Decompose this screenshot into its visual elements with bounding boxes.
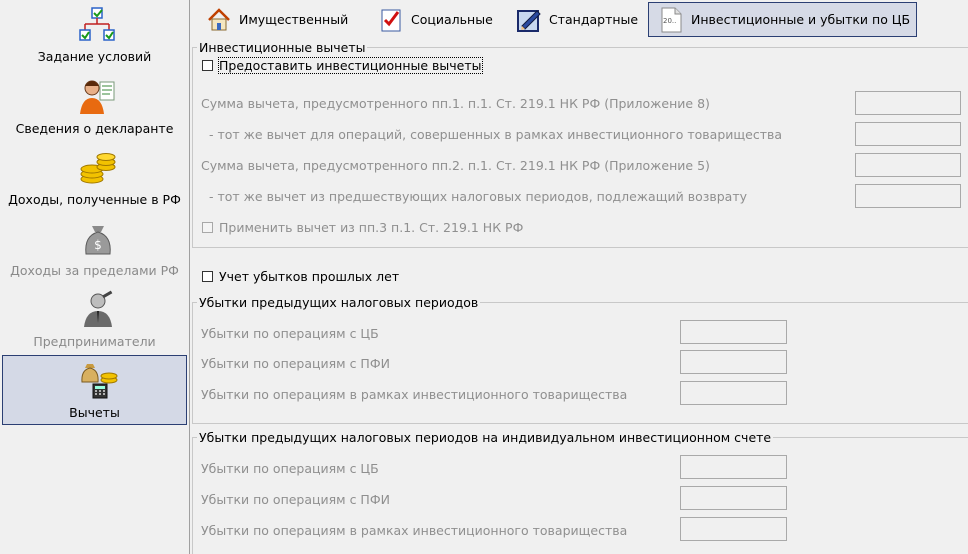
pencil-form-icon (517, 9, 541, 32)
provide-investment-deductions-label[interactable]: Предоставить инвестиционные вычеты (218, 57, 483, 74)
prior-losses-label[interactable]: Учет убытков прошлых лет (219, 269, 399, 284)
sidebar-item-label: Доходы за пределами РФ (10, 263, 179, 278)
sidebar-item-label: Доходы, полученные в РФ (8, 192, 181, 207)
investment-row-label-2: - тот же вычет для операций, совершенных… (209, 127, 783, 142)
investment-row-label-3: Сумма вычета, предусмотренного пп.2. п.1… (201, 158, 710, 173)
tab-label: Инвестиционные и убытки по ЦБ (691, 12, 911, 27)
iis-losses-row-label-3: Убытки по операциям в рамках инвестицион… (201, 523, 628, 538)
previous-losses-field-3[interactable] (680, 381, 787, 405)
apply-deduction-label: Применить вычет из пп.3 п.1. Ст. 219.1 Н… (219, 220, 524, 235)
previous-losses-field-1[interactable] (680, 320, 787, 344)
sidebar-item-income-abroad[interactable]: $ Доходы за пределами РФ (2, 214, 187, 284)
previous-losses-row-label-3: Убытки по операциям в рамках инвестицион… (201, 387, 628, 402)
iis-losses-field-3[interactable] (680, 517, 787, 541)
document-icon-text: 20.. (663, 17, 676, 25)
deductions-icon (81, 364, 118, 399)
investment-field-2[interactable] (855, 122, 961, 146)
tab-label: Имущественный (239, 12, 349, 27)
sidebar-item-conditions[interactable]: Задание условий (2, 0, 187, 70)
sidebar-item-deductions[interactable]: Вычеты (2, 355, 187, 425)
previous-losses-field-2[interactable] (680, 350, 787, 374)
iis-losses-row-label-2: Убытки по операциям с ПФИ (201, 492, 390, 507)
previous-losses-row-label-1: Убытки по операциям с ЦБ (201, 326, 379, 341)
iis-losses-field-1[interactable] (680, 455, 787, 479)
tab-social[interactable]: Социальные (369, 2, 504, 37)
tab-label: Стандартные (549, 12, 639, 27)
investment-field-3[interactable] (855, 153, 961, 177)
iis-losses-title: Убытки предыдущих налоговых периодов на … (197, 430, 774, 445)
person-icon (80, 80, 115, 114)
sidebar-item-label: Сведения о декларанте (15, 121, 174, 136)
document-20-icon: 20.. (661, 7, 682, 32)
iis-losses-field-2[interactable] (680, 486, 787, 510)
money-bag-icon: $ (85, 226, 111, 255)
previous-losses-title: Убытки предыдущих налоговых периодов (197, 295, 481, 310)
previous-losses-row-label-2: Убытки по операциям с ПФИ (201, 356, 390, 371)
investment-row-label-4: - тот же вычет из предшествующих налогов… (209, 189, 748, 204)
provide-investment-deductions-checkbox[interactable] (202, 60, 213, 71)
sidebar-item-label: Предприниматели (33, 334, 156, 349)
tab-label: Социальные (411, 12, 493, 27)
tab-investment-losses[interactable]: 20.. Инвестиционные и убытки по ЦБ (648, 2, 917, 37)
investment-field-1[interactable] (855, 91, 961, 115)
apply-deduction-checkbox[interactable] (202, 222, 213, 233)
iis-losses-row-label-1: Убытки по операциям с ЦБ (201, 461, 379, 476)
investment-field-4[interactable] (855, 184, 961, 208)
checklist-icon (381, 9, 401, 31)
businessman-icon (84, 290, 113, 327)
investment-row-label-1: Сумма вычета, предусмотренного пп.1. п.1… (201, 96, 710, 111)
investment-deductions-title: Инвестиционные вычеты (197, 40, 368, 55)
tab-property[interactable]: Имущественный (197, 2, 365, 37)
coins-icon (80, 153, 116, 184)
conditions-tree-icon (79, 7, 115, 41)
sidebar-item-declarant[interactable]: Сведения о декларанте (2, 72, 187, 142)
prior-losses-checkbox[interactable] (202, 271, 213, 282)
sidebar: Задание условий Сведения о декларанте До… (0, 0, 190, 554)
tab-bar: Имущественный Социальные Стандартные 20.… (191, 0, 968, 38)
investment-deductions-group (192, 47, 968, 248)
svg-text:$: $ (94, 238, 102, 252)
sidebar-item-label: Вычеты (69, 405, 120, 420)
sidebar-item-entrepreneurs[interactable]: Предприниматели (2, 285, 187, 355)
tab-standard[interactable]: Стандартные (507, 2, 642, 37)
house-icon (208, 7, 230, 30)
sidebar-item-label: Задание условий (37, 49, 152, 64)
sidebar-item-income-rf[interactable]: Доходы, полученные в РФ (2, 143, 187, 213)
